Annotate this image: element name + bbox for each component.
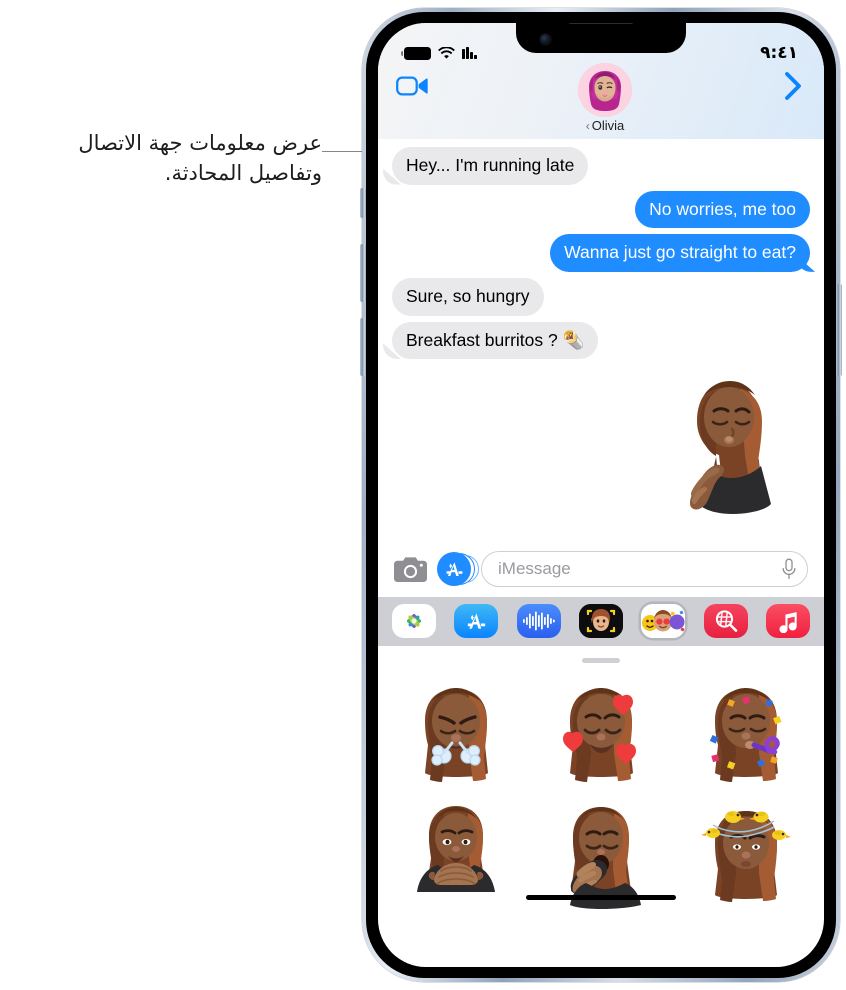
photos-app-icon[interactable] (392, 604, 436, 638)
device-screen: ٩:٤١ ‹ Olivia Hey... I'm running late No… (378, 23, 824, 967)
message-input-bar: iMessage (378, 543, 824, 597)
camera-icon[interactable] (394, 556, 427, 583)
chevron-left-icon: ‹ (585, 119, 590, 133)
stickers-app-icon[interactable] (641, 604, 686, 638)
drag-handle[interactable] (582, 658, 620, 663)
app-store-icon[interactable] (437, 552, 479, 586)
message-row: Wanna just go straight to eat? (392, 234, 810, 272)
callout-text: عرض معلومات جهة الاتصال وتفاصيل المحادثة… (78, 131, 322, 186)
cellular-bars-icon (462, 47, 477, 59)
imessage-app-drawer (378, 597, 824, 646)
memoji-app-icon[interactable] (578, 604, 623, 638)
microphone-icon[interactable] (781, 558, 797, 580)
battery-icon (400, 46, 431, 60)
iphone-device-frame: ٩:٤١ ‹ Olivia Hey... I'm running late No… (360, 8, 842, 982)
message-row: No worries, me too (392, 190, 810, 229)
message-bubble-received[interactable]: Sure, so hungry (392, 277, 544, 316)
memoji-steam-glyph-icon (425, 688, 489, 782)
volume-down-button[interactable] (360, 318, 366, 376)
waveform-icon (522, 611, 555, 631)
memoji-sticker-steam[interactable] (397, 673, 515, 791)
memoji-sticker-hearts[interactable] (542, 673, 660, 791)
device-bezel: ٩:٤١ ‹ Olivia Hey... I'm running late No… (360, 12, 842, 978)
photos-glyph-icon (407, 614, 421, 628)
memoji-sticker-birds[interactable] (687, 791, 805, 909)
memoji-hearts-glyph-icon (563, 688, 637, 782)
memoji-sticker-panel (378, 646, 824, 909)
avatar-memoji-icon (578, 63, 632, 117)
app-store-icon[interactable] (454, 604, 499, 638)
message-bubble-received[interactable]: Hey... I'm running late (392, 147, 589, 185)
sticker-message-row (392, 365, 810, 517)
memoji-kiss-sticker[interactable] (650, 365, 800, 517)
memoji-camera-glyph-icon (578, 604, 623, 638)
message-bubble-sent[interactable]: Wanna just go straight to eat? (550, 234, 810, 272)
music-note-icon (779, 612, 797, 633)
contact-header[interactable]: ‹ Olivia (430, 63, 780, 133)
message-thread[interactable]: Hey... I'm running late No worries, me t… (378, 139, 824, 543)
screenshot-root: عرض معلومات جهة الاتصال وتفاصيل المحادثة… (0, 0, 846, 990)
message-bubble-received[interactable]: Breakfast burritos ? 🌯 (392, 321, 599, 360)
contact-name: Olivia (591, 118, 625, 133)
message-row: Hey... I'm running late (392, 147, 810, 185)
imessage-placeholder: iMessage (498, 559, 571, 578)
imessage-input-field[interactable]: iMessage (481, 551, 808, 587)
memoji-yawn-glyph-icon (570, 807, 642, 909)
earpiece-speaker (568, 23, 634, 24)
wifi-icon (438, 46, 455, 59)
music-app-icon[interactable] (765, 604, 810, 638)
message-row: Breakfast burritos ? 🌯 (392, 321, 810, 360)
memoji-birds-glyph-icon (700, 811, 791, 902)
app-store-glyph-icon (446, 561, 462, 576)
audio-app-icon[interactable] (516, 604, 561, 638)
memoji-sticker-hands-chin[interactable] (397, 791, 515, 909)
hashtag-search-icon (715, 610, 737, 632)
chevron-right-icon[interactable] (780, 69, 806, 103)
side-power-button[interactable] (836, 284, 842, 376)
memoji-sticker-yawn[interactable] (542, 791, 660, 909)
message-bubble-sent[interactable]: No worries, me too (635, 190, 810, 229)
app-store-disc (437, 552, 471, 586)
message-row: Sure, so hungry (392, 277, 810, 316)
home-indicator[interactable] (526, 895, 676, 900)
sticker-grid (378, 669, 824, 909)
memoji-party-glyph-icon (709, 688, 782, 782)
video-camera-icon[interactable] (396, 69, 430, 103)
images-app-icon[interactable] (703, 604, 748, 638)
app-store-glyph-icon (467, 613, 485, 629)
front-camera-icon (540, 34, 551, 45)
avatar[interactable] (578, 63, 632, 117)
mute-switch-button[interactable] (360, 188, 366, 218)
status-time: ٩:٤١ (760, 43, 798, 63)
memoji-hands-chin-glyph-icon (417, 806, 496, 892)
status-indicators (400, 46, 477, 60)
contact-name-row[interactable]: ‹ Olivia (586, 118, 625, 133)
memoji-sticker-party[interactable] (687, 673, 805, 791)
memoji-stickers-glyph-icon (641, 604, 686, 638)
display-notch (516, 23, 686, 53)
volume-up-button[interactable] (360, 244, 366, 302)
